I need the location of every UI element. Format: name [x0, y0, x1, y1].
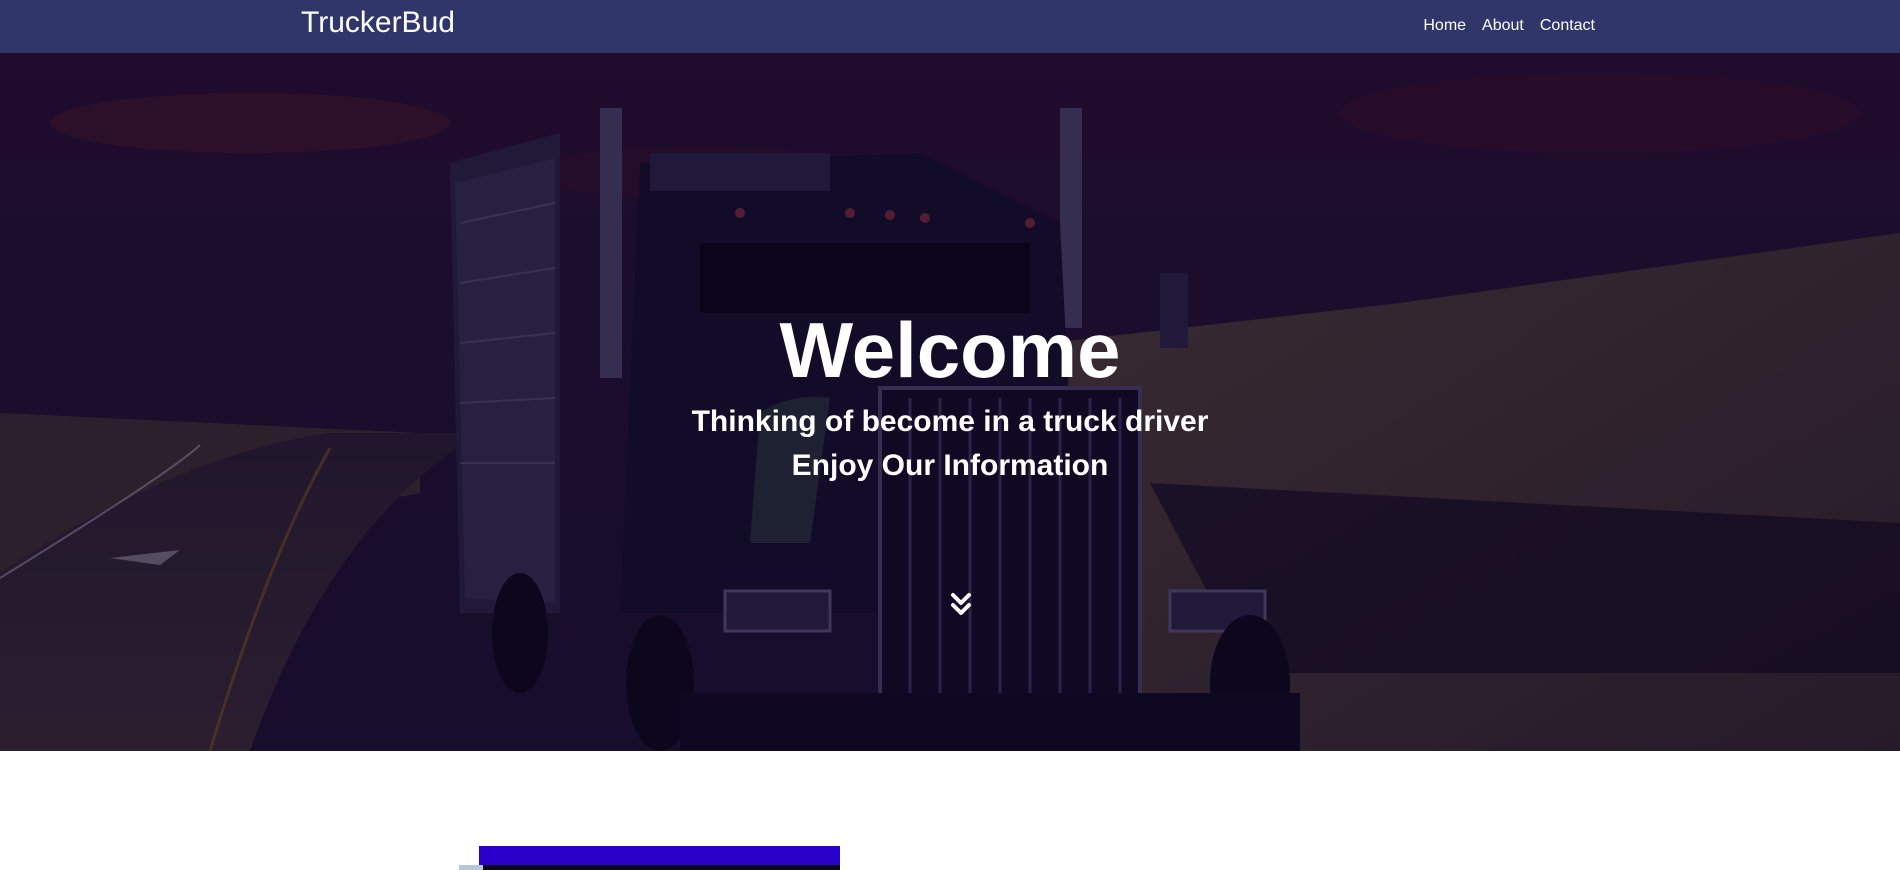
nav-links: Home About Contact [1423, 17, 1595, 35]
nav-link-home[interactable]: Home [1423, 17, 1466, 35]
double-chevron-down-icon[interactable] [948, 591, 974, 617]
hero-title: Welcome [779, 306, 1121, 394]
content-image-inner [479, 865, 840, 870]
hero-subtitle-2: Enjoy Our Information [791, 449, 1109, 482]
nav-link-about[interactable]: About [1482, 17, 1524, 35]
content-image-edge [459, 865, 483, 870]
brand-logo[interactable]: TruckerBud [301, 6, 455, 40]
nav-link-contact[interactable]: Contact [1540, 17, 1595, 35]
hero-subtitle-1: Thinking of become in a truck driver [691, 405, 1209, 438]
content-image-preview [459, 846, 840, 870]
hero-section: Welcome Thinking of become in a truck dr… [0, 53, 1900, 751]
hero-background-truck-image [0, 53, 1900, 751]
navbar: TruckerBud Home About Contact [0, 0, 1900, 53]
